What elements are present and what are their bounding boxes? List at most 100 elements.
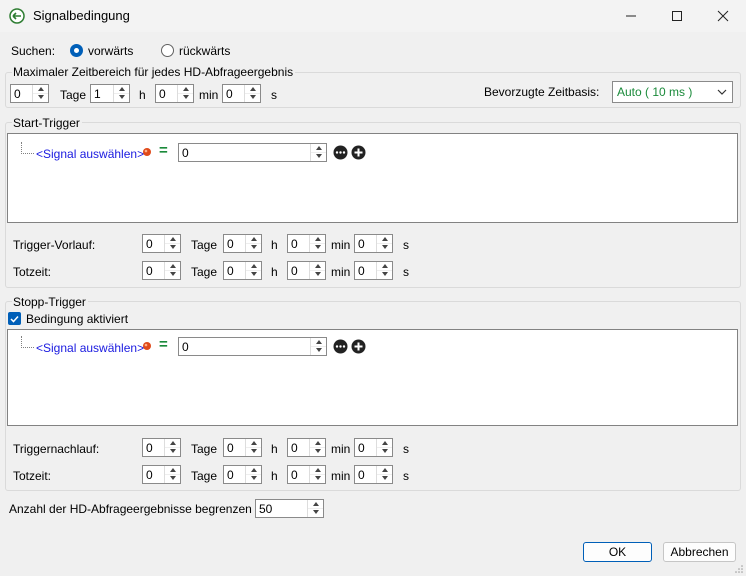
start-dead-seconds-value: 0 bbox=[358, 264, 365, 278]
spin-down-icon[interactable] bbox=[165, 243, 180, 251]
max-seconds-spinner[interactable]: 0 bbox=[222, 84, 261, 103]
radio-forward[interactable] bbox=[70, 44, 83, 57]
post-trigger-days-spinner[interactable]: 0 bbox=[142, 438, 181, 457]
post-trigger-minutes-value: 0 bbox=[291, 441, 298, 455]
more-options-icon[interactable] bbox=[333, 145, 348, 160]
spin-down-icon[interactable] bbox=[377, 243, 392, 251]
stop-dead-seconds-spinner[interactable]: 0 bbox=[354, 465, 393, 484]
spin-down-icon[interactable] bbox=[246, 447, 261, 455]
close-icon bbox=[717, 10, 729, 22]
minimize-button[interactable] bbox=[608, 0, 654, 32]
spin-down-icon[interactable] bbox=[377, 474, 392, 482]
post-trigger-seconds-unit: s bbox=[403, 442, 409, 456]
pre-trigger-seconds-spinner[interactable]: 0 bbox=[354, 234, 393, 253]
max-minutes-spinner[interactable]: 0 bbox=[155, 84, 194, 103]
spin-down-icon[interactable] bbox=[165, 270, 180, 278]
spin-down-icon[interactable] bbox=[308, 508, 323, 516]
timebase-dropdown[interactable]: Auto ( 10 ms ) bbox=[612, 81, 733, 103]
pre-trigger-seconds-unit: s bbox=[403, 238, 409, 252]
spin-down-icon[interactable] bbox=[114, 93, 129, 101]
resize-grip-icon[interactable] bbox=[734, 564, 744, 574]
window-title: Signalbedingung bbox=[33, 8, 130, 23]
start-value: 0 bbox=[182, 146, 189, 160]
minimize-icon bbox=[626, 15, 636, 17]
spin-down-icon[interactable] bbox=[377, 447, 392, 455]
start-signal-select-link[interactable]: <Signal auswählen> bbox=[36, 147, 144, 161]
max-hours-spinner[interactable]: 1 bbox=[90, 84, 130, 103]
max-minutes-value: 0 bbox=[159, 87, 166, 101]
max-hours-value: 1 bbox=[94, 87, 101, 101]
spin-down-icon[interactable] bbox=[178, 93, 193, 101]
stop-value: 0 bbox=[182, 340, 189, 354]
start-operator[interactable]: = bbox=[159, 142, 168, 159]
more-options-icon[interactable] bbox=[333, 339, 348, 354]
start-dead-minutes-spinner[interactable]: 0 bbox=[287, 261, 326, 280]
post-trigger-seconds-value: 0 bbox=[358, 441, 365, 455]
timebase-value: Auto ( 10 ms ) bbox=[617, 85, 693, 99]
condition-enabled-checkbox[interactable] bbox=[8, 312, 21, 325]
limit-spinner[interactable]: 50 bbox=[255, 499, 324, 518]
add-condition-icon[interactable] bbox=[351, 339, 366, 354]
post-trigger-minutes-unit: min bbox=[331, 442, 351, 456]
radio-backward-label: rückwärts bbox=[179, 44, 231, 58]
post-trigger-minutes-spinner[interactable]: 0 bbox=[287, 438, 326, 457]
start-dead-hours-unit: h bbox=[271, 265, 278, 279]
spin-down-icon[interactable] bbox=[310, 243, 325, 251]
start-dead-hours-spinner[interactable]: 0 bbox=[223, 261, 262, 280]
close-button[interactable] bbox=[700, 0, 746, 32]
stop-dead-hours-spinner[interactable]: 0 bbox=[223, 465, 262, 484]
post-trigger-hours-value: 0 bbox=[227, 441, 234, 455]
post-trigger-hours-unit: h bbox=[271, 442, 278, 456]
spin-down-icon[interactable] bbox=[246, 243, 261, 251]
pre-trigger-hours-spinner[interactable]: 0 bbox=[223, 234, 262, 253]
stop-signal-select-link[interactable]: <Signal auswählen> bbox=[36, 341, 144, 355]
cancel-button[interactable]: Abbrechen bbox=[663, 542, 736, 562]
spin-down-icon[interactable] bbox=[311, 346, 326, 354]
post-trigger-seconds-spinner[interactable]: 0 bbox=[354, 438, 393, 457]
stop-dead-minutes-spinner[interactable]: 0 bbox=[287, 465, 326, 484]
spin-down-icon[interactable] bbox=[165, 474, 180, 482]
maximize-icon bbox=[672, 11, 682, 21]
pre-trigger-days-value: 0 bbox=[146, 237, 153, 251]
spin-down-icon[interactable] bbox=[165, 447, 180, 455]
spin-down-icon[interactable] bbox=[310, 447, 325, 455]
maximize-button[interactable] bbox=[654, 0, 700, 32]
post-trigger-hours-spinner[interactable]: 0 bbox=[223, 438, 262, 457]
start-dead-seconds-spinner[interactable]: 0 bbox=[354, 261, 393, 280]
spin-down-icon[interactable] bbox=[311, 152, 326, 160]
start-dead-seconds-unit: s bbox=[403, 265, 409, 279]
start-dead-days-value: 0 bbox=[146, 264, 153, 278]
spin-down-icon[interactable] bbox=[246, 474, 261, 482]
stop-value-spinner[interactable]: 0 bbox=[178, 337, 327, 356]
start-value-spinner[interactable]: 0 bbox=[178, 143, 327, 162]
spin-down-icon[interactable] bbox=[245, 93, 260, 101]
spin-down-icon[interactable] bbox=[33, 93, 48, 101]
signal-status-icon bbox=[143, 148, 151, 156]
max-days-unit: Tage bbox=[60, 88, 87, 102]
ok-button[interactable]: OK bbox=[583, 542, 652, 562]
spin-down-icon[interactable] bbox=[310, 270, 325, 278]
pre-trigger-days-spinner[interactable]: 0 bbox=[142, 234, 181, 253]
max-seconds-value: 0 bbox=[226, 87, 233, 101]
radio-backward[interactable] bbox=[161, 44, 174, 57]
start-dead-days-unit: Tage bbox=[191, 265, 218, 279]
max-days-spinner[interactable]: 0 bbox=[10, 84, 49, 103]
max-range-legend: Maximaler Zeitbereich für jedes HD-Abfra… bbox=[12, 65, 296, 79]
pre-trigger-minutes-unit: min bbox=[331, 238, 351, 252]
max-hours-unit: h bbox=[139, 88, 146, 102]
spin-down-icon[interactable] bbox=[377, 270, 392, 278]
spin-down-icon[interactable] bbox=[246, 270, 261, 278]
stop-trigger-legend: Stopp-Trigger bbox=[12, 295, 88, 309]
post-trigger-label: Triggernachlauf: bbox=[13, 442, 100, 456]
spin-down-icon[interactable] bbox=[310, 474, 325, 482]
max-days-value: 0 bbox=[14, 87, 21, 101]
timebase-label: Bevorzugte Zeitbasis: bbox=[484, 85, 600, 99]
stop-operator[interactable]: = bbox=[159, 336, 168, 353]
stop-dead-days-spinner[interactable]: 0 bbox=[142, 465, 181, 484]
chevron-down-icon bbox=[717, 89, 727, 95]
add-condition-icon[interactable] bbox=[351, 145, 366, 160]
start-dead-hours-value: 0 bbox=[227, 264, 234, 278]
pre-trigger-minutes-spinner[interactable]: 0 bbox=[287, 234, 326, 253]
max-minutes-unit: min bbox=[199, 88, 219, 102]
start-dead-days-spinner[interactable]: 0 bbox=[142, 261, 181, 280]
